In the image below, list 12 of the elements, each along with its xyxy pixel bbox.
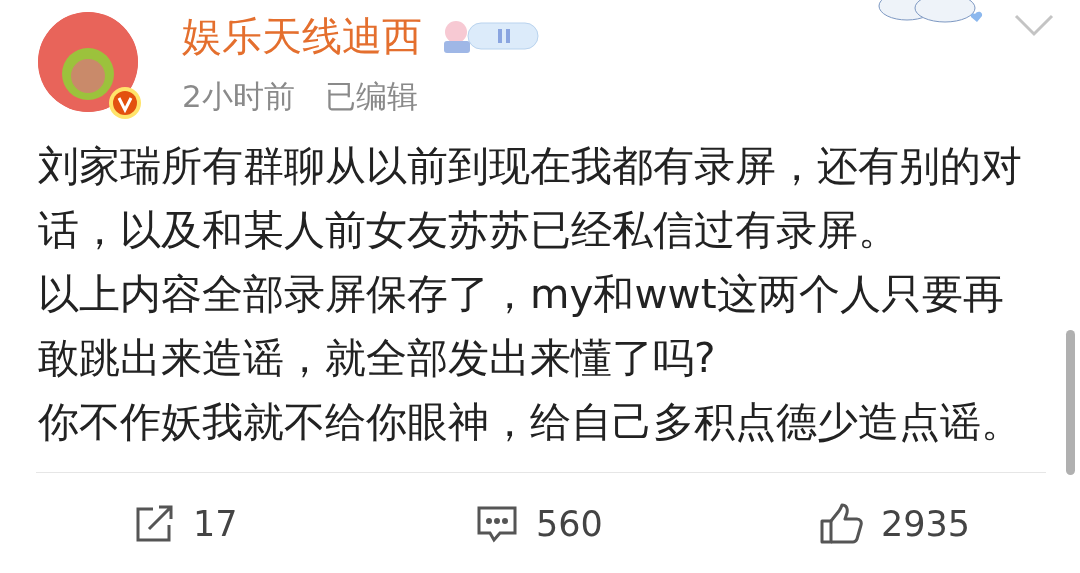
post-time: 2小时前 — [182, 78, 295, 114]
avatar[interactable] — [38, 12, 138, 112]
scrollbar[interactable] — [1066, 330, 1075, 475]
share-count[interactable]: 17 — [193, 504, 238, 544]
thumbs-up-icon[interactable] — [819, 503, 863, 545]
edited-label: 已编辑 — [324, 78, 418, 114]
post-text: 以上内容全部录屏保存了，my和wwt这两个人只要再敢跳出来造谣，就全部发出来懂了吗? — [38, 269, 1005, 384]
like-count[interactable]: 2935 — [881, 504, 971, 544]
comment-count[interactable]: 560 — [536, 504, 603, 544]
post-text: 刘家瑞所有群聊从以前到现在我都有录屏，还有别的对话，以及和某人前女友苏苏已经私信过有录屏。 — [38, 141, 1023, 256]
post-text: 你不作妖我就不给你眼神，给自己多积点德少造点谣。 — [38, 397, 1023, 448]
comment-icon[interactable] — [476, 505, 518, 543]
